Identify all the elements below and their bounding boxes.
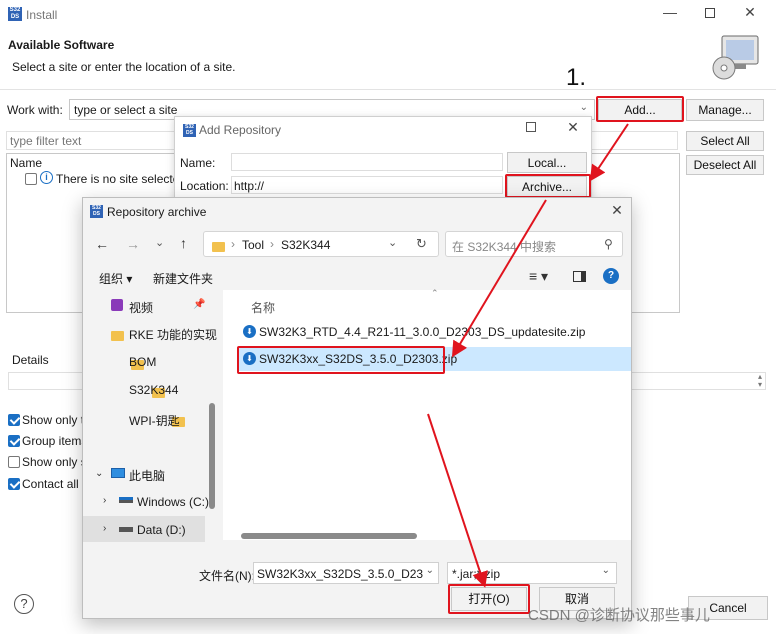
arrow-file-to-open [427,413,488,588]
arrow-archive-to-file [451,199,547,358]
arrow-add-to-archive [589,123,629,182]
annotation-arrows [427,123,629,588]
csdn-watermark: CSDN @诊断协议那些事儿 [528,607,710,624]
